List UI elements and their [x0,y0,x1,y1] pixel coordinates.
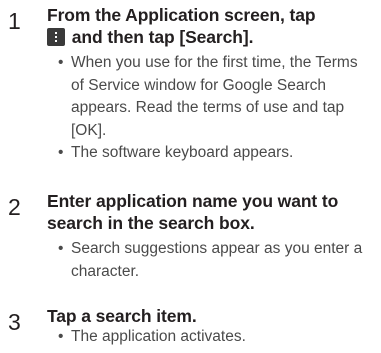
bullet-item: • When you use for the first time, the T… [58,52,374,142]
bullet-text: The application activates. [71,328,246,345]
bullet-item: • The software keyboard appears. [58,142,374,165]
step-bullets: • The application activates. [58,326,374,349]
menu-key-icon [47,28,65,46]
step-number: 1 [8,8,21,34]
step-bullets: • When you use for the first time, the T… [58,52,374,165]
bullet-glyph: • [58,328,64,345]
step-number: 2 [8,194,21,220]
bullet-item: • The application activates. [58,326,374,349]
step-title: Enter application name you want to searc… [47,191,339,233]
step-number: 3 [8,309,21,335]
step-title: From the Application screen, tap and the… [47,4,375,48]
bullet-text: The software keyboard appears. [71,144,294,161]
step-bullets: • Search suggestions appear as you enter… [58,238,374,283]
bullet-glyph: • [58,240,64,257]
bullet-text: When you use for the first time, the Ter… [71,54,358,139]
bullet-glyph: • [58,54,64,71]
bullet-item: • Search suggestions appear as you enter… [58,238,374,283]
bullet-text: Search suggestions appear as you enter a… [71,240,363,280]
step-title: Tap a search item. [47,306,197,326]
step-title-part: From the Application screen, tap [47,5,316,25]
step-title-part: and then tap [Search]. [71,27,254,47]
bullet-glyph: • [58,144,64,161]
